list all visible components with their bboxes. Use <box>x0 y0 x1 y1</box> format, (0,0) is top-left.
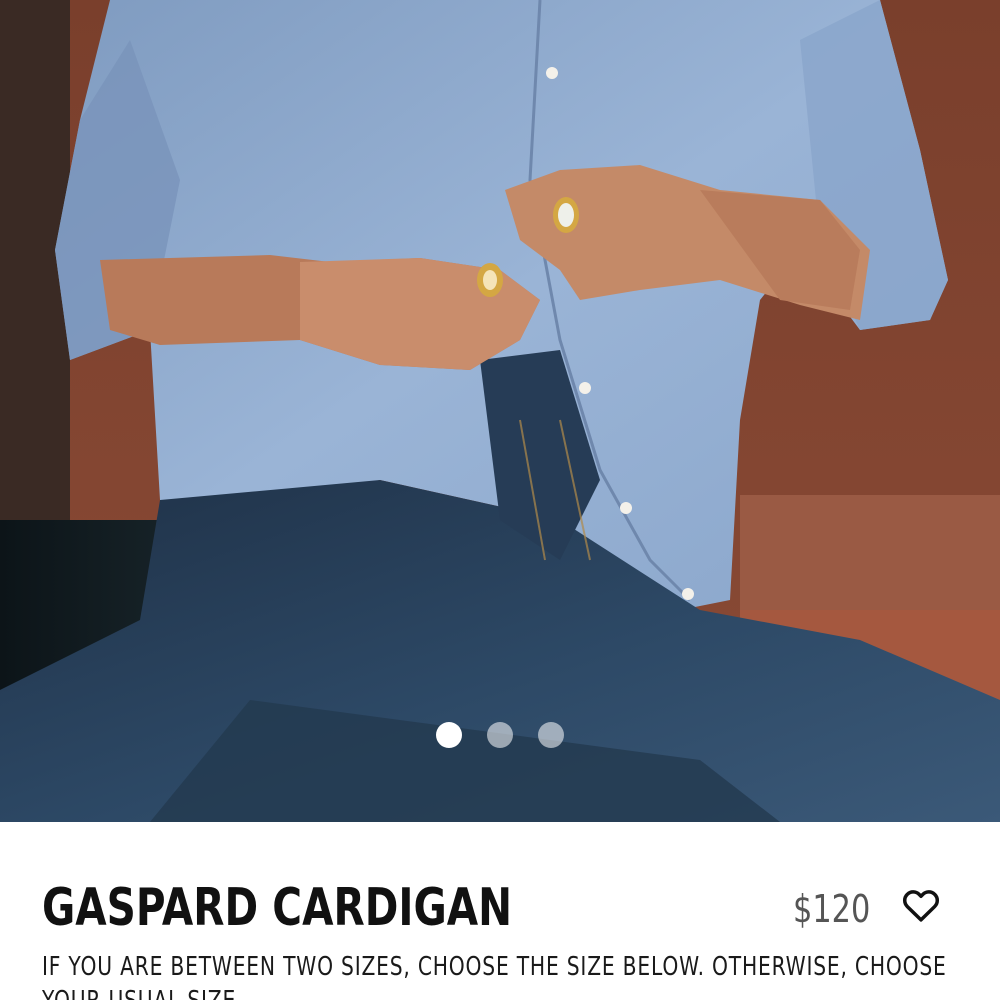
heart-outline-icon <box>902 890 940 922</box>
product-page: GASPARD CARDIGAN $120 IF YOU ARE BETWEEN… <box>0 0 1000 1000</box>
size-guidance-text: IF YOU ARE BETWEEN TWO SIZES, CHOOSE THE… <box>42 952 947 1000</box>
carousel-dot-1[interactable] <box>436 722 462 748</box>
product-photo <box>0 0 1000 822</box>
carousel-pagination <box>436 722 564 748</box>
wishlist-button[interactable] <box>900 884 942 926</box>
product-image-carousel[interactable] <box>0 0 1000 822</box>
carousel-dot-2[interactable] <box>487 722 513 748</box>
product-price: $120 <box>793 887 871 931</box>
product-title: GASPARD CARDIGAN <box>42 878 513 938</box>
carousel-dot-3[interactable] <box>538 722 564 748</box>
